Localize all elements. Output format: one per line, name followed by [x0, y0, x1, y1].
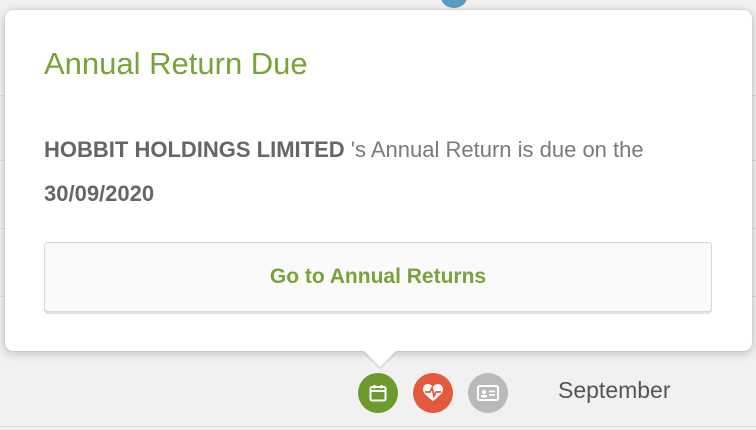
month-label: September	[558, 377, 671, 403]
popover-arrow	[364, 351, 396, 367]
popover-message: HOBBIT HOLDINGS LIMITED 's Annual Return…	[44, 128, 704, 216]
heart-pulse-icon[interactable]	[413, 373, 453, 413]
popover-title: Annual Return Due	[44, 46, 308, 81]
background-divider	[0, 426, 756, 427]
calendar-icon[interactable]	[358, 373, 398, 413]
go-to-annual-returns-button[interactable]: Go to Annual Returns	[44, 242, 712, 312]
due-date: 30/09/2020	[44, 181, 155, 206]
company-name: HOBBIT HOLDINGS LIMITED	[44, 137, 345, 162]
id-card-icon[interactable]	[468, 373, 508, 413]
message-text: 's Annual Return is due on the	[344, 137, 644, 162]
annual-return-popover: Annual Return Due HOBBIT HOLDINGS LIMITE…	[5, 10, 752, 351]
